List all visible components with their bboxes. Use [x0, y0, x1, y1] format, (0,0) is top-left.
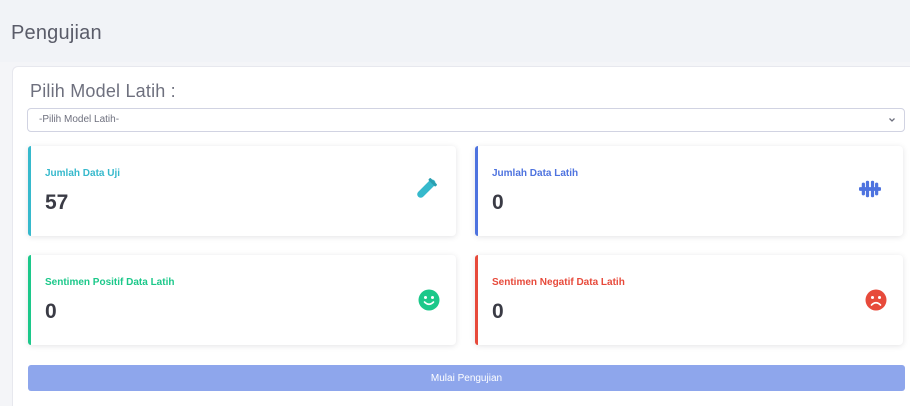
stat-value: 0 [492, 191, 504, 214]
accent-bar [28, 255, 31, 345]
stat-label: Jumlah Data Uji [45, 168, 121, 179]
frown-icon [865, 289, 887, 311]
stat-card-train-data: Jumlah Data Latih 0 [475, 146, 903, 236]
dumbbell-icon [859, 180, 881, 198]
stat-card-test-data: Jumlah Data Uji 57 [28, 146, 456, 236]
testing-card: Pilih Model Latih : -Pilih Model Latih- … [12, 66, 910, 406]
stat-value: 0 [492, 300, 504, 323]
chevron-down-icon [889, 118, 895, 122]
start-testing-button[interactable]: Mulai Pengujian [28, 365, 905, 391]
accent-bar [475, 146, 478, 236]
stat-value: 0 [45, 300, 57, 323]
stat-value: 57 [45, 191, 69, 214]
accent-bar [475, 255, 478, 345]
page-title: Pengujian [11, 22, 102, 44]
vial-icon [417, 178, 437, 198]
stat-label: Sentimen Negatif Data Latih [492, 277, 625, 288]
smile-icon [418, 289, 440, 311]
page-header: Pengujian [0, 0, 910, 62]
stat-label: Jumlah Data Latih [492, 168, 579, 179]
stat-card-negative-sentiment: Sentimen Negatif Data Latih 0 [475, 255, 903, 345]
model-select-label: Pilih Model Latih : [30, 81, 176, 101]
stat-card-positive-sentiment: Sentimen Positif Data Latih 0 [28, 255, 456, 345]
model-select-value: -Pilih Model Latih- [39, 114, 120, 125]
model-select[interactable]: -Pilih Model Latih- [27, 108, 905, 132]
stat-label: Sentimen Positif Data Latih [45, 277, 175, 288]
page: Pengujian Pilih Model Latih : -Pilih Mod… [0, 0, 910, 406]
accent-bar [28, 146, 31, 236]
